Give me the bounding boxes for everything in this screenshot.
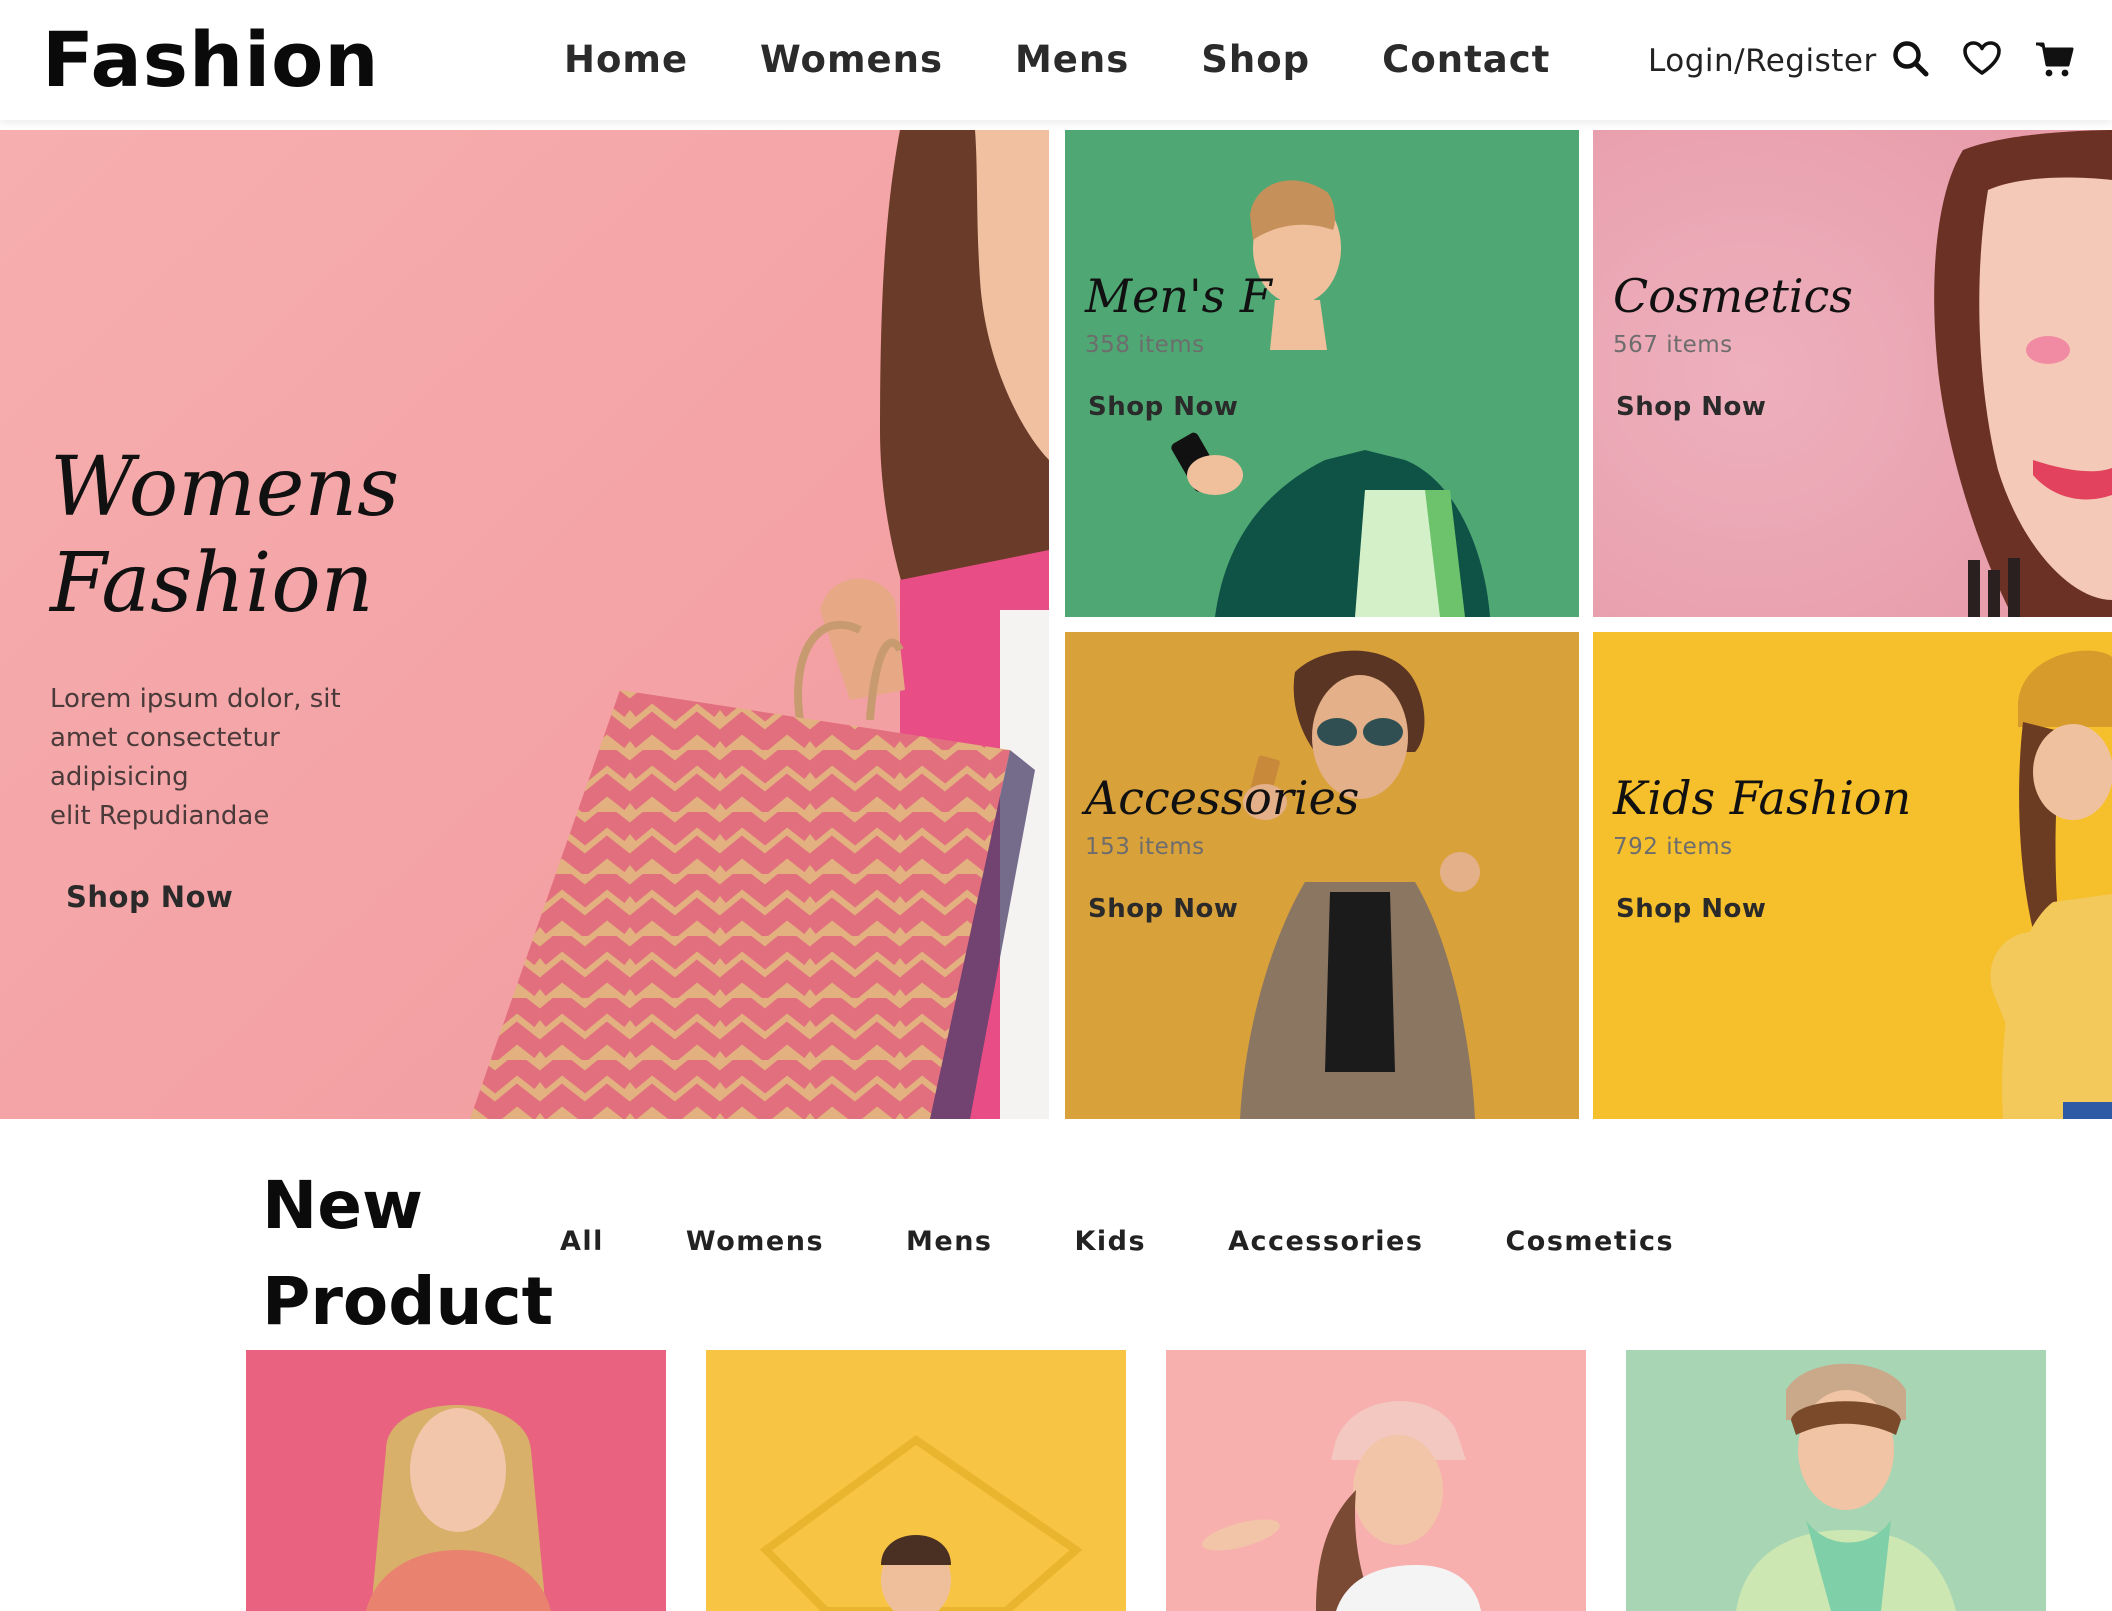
tile-accessories: Accessories 153 items Shop Now xyxy=(1065,632,1579,1119)
heart-icon[interactable] xyxy=(1961,38,2003,80)
nav-mens[interactable]: Mens xyxy=(1015,30,1129,90)
product-card[interactable] xyxy=(246,1350,666,1611)
tile-mens-title: Men's F xyxy=(1085,269,1272,323)
tile-kids: Kids Fashion 792 items Shop Now xyxy=(1593,632,2112,1119)
nav-contact[interactable]: Contact xyxy=(1382,30,1550,90)
hero-description-line: Lorem ipsum dolor, sit xyxy=(50,684,341,714)
nav-shop[interactable]: Shop xyxy=(1201,30,1310,90)
tile-mens-shop-now-button[interactable]: Shop Now xyxy=(1088,392,1272,422)
tile-cosmetics-shop-now-button[interactable]: Shop Now xyxy=(1616,392,1853,422)
tile-accessories-count: 153 items xyxy=(1085,834,1205,860)
filter-cosmetics[interactable]: Cosmetics xyxy=(1505,1226,1674,1257)
product-card[interactable] xyxy=(706,1350,1126,1611)
product-image xyxy=(1166,1350,1586,1611)
tile-accessories-title: Accessories xyxy=(1085,771,1360,825)
filter-mens[interactable]: Mens xyxy=(906,1226,992,1257)
tile-cosmetics: Cosmetics 567 items Shop Now xyxy=(1593,130,2112,617)
filter-all[interactable]: All xyxy=(560,1226,604,1257)
filter-womens[interactable]: Womens xyxy=(686,1226,824,1257)
tile-kids-content: Kids Fashion 792 items Shop Now xyxy=(1613,770,1911,924)
product-image xyxy=(246,1350,666,1611)
brand-logo[interactable]: Fashion xyxy=(42,14,379,106)
tile-mens-content: Men's F 358 items Shop Now xyxy=(1085,268,1272,422)
nav-home[interactable]: Home xyxy=(564,30,688,90)
search-icon[interactable] xyxy=(1890,38,1932,80)
tile-cosmetics-content: Cosmetics 567 items Shop Now xyxy=(1613,268,1853,422)
tile-kids-title: Kids Fashion xyxy=(1613,771,1912,825)
new-product-title-line2: Product xyxy=(262,1263,554,1340)
new-product-title-line1: New xyxy=(262,1167,423,1244)
login-register-link[interactable]: Login/Register xyxy=(1648,38,1877,84)
tile-cosmetics-title: Cosmetics xyxy=(1613,269,1853,323)
new-product-heading: New Product xyxy=(262,1158,553,1350)
hero-womens-title-line2: Fashion xyxy=(50,536,374,631)
tile-accessories-shop-now-button[interactable]: Shop Now xyxy=(1088,894,1359,924)
product-filter-tabs: All Womens Mens Kids Accessories Cosmeti… xyxy=(560,1226,1674,1257)
hero-description-line: elit Repudiandae xyxy=(50,801,270,831)
product-image xyxy=(1626,1350,2046,1611)
product-card[interactable] xyxy=(1166,1350,1586,1611)
hero-description-line: amet consectetur xyxy=(50,723,280,753)
tile-mens-count: 358 items xyxy=(1085,332,1205,358)
nav-womens[interactable]: Womens xyxy=(760,30,943,90)
tile-kids-count: 792 items xyxy=(1613,834,1733,860)
product-card[interactable] xyxy=(1626,1350,2046,1611)
cart-icon[interactable] xyxy=(2034,38,2076,80)
tile-accessories-content: Accessories 153 items Shop Now xyxy=(1085,770,1359,924)
tile-cosmetics-count: 567 items xyxy=(1613,332,1733,358)
hero-womens-title-line1: Womens xyxy=(50,440,400,535)
hero-description-line: adipisicing xyxy=(50,762,189,792)
tile-mens: Men's F 358 items Shop Now xyxy=(1065,130,1579,617)
hero-womens-banner: Womens Fashion Lorem ipsum dolor, sit am… xyxy=(0,130,1049,1119)
main-nav: Home Womens Mens Shop Contact xyxy=(564,30,1550,90)
hero-womens-shop-now-button[interactable]: Shop Now xyxy=(66,880,399,914)
filter-accessories[interactable]: Accessories xyxy=(1228,1226,1423,1257)
site-header: Fashion Home Womens Mens Shop Contact Lo… xyxy=(0,0,2112,120)
hero-womens-content: Womens Fashion Lorem ipsum dolor, sit am… xyxy=(50,440,399,914)
tile-kids-shop-now-button[interactable]: Shop Now xyxy=(1616,894,1911,924)
filter-kids[interactable]: Kids xyxy=(1075,1226,1147,1257)
product-image xyxy=(706,1350,1126,1611)
hero-womens-description: Lorem ipsum dolor, sit amet consectetur … xyxy=(50,680,399,836)
